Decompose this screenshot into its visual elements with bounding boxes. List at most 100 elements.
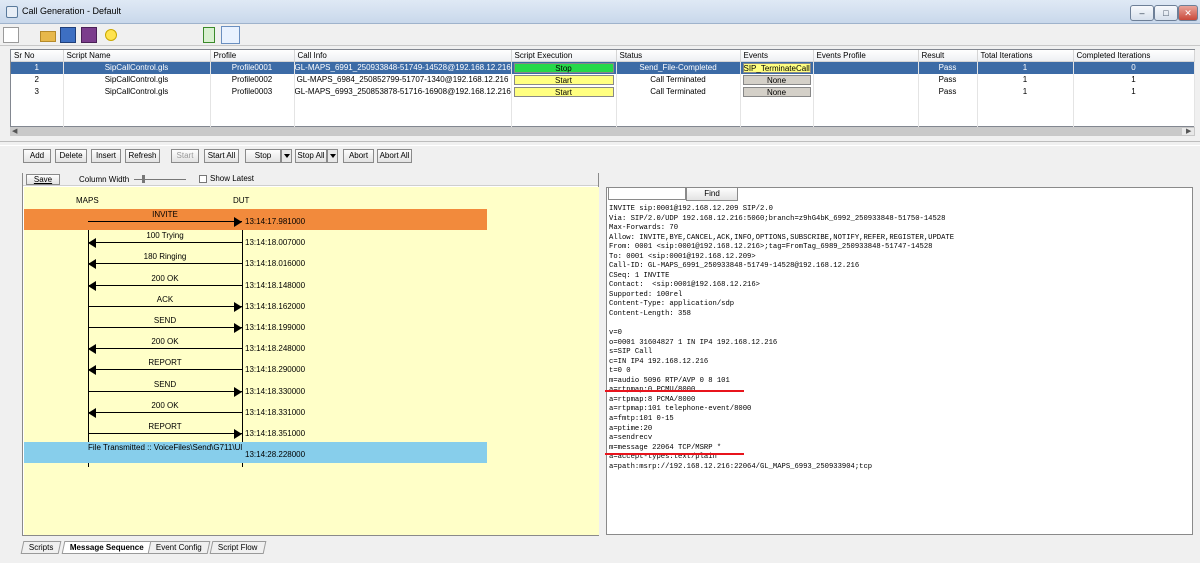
table-cell-result: Pass bbox=[918, 61, 978, 74]
add-button[interactable]: Add bbox=[23, 149, 51, 163]
message-timestamp: 13:14:18.007000 bbox=[245, 238, 306, 248]
abort-all-button[interactable]: Abort All bbox=[377, 149, 412, 163]
abort-button[interactable]: Abort bbox=[343, 149, 374, 163]
scroll-left-icon[interactable]: ◀ bbox=[12, 127, 17, 135]
column-header[interactable]: Profile bbox=[210, 50, 295, 62]
table-cell-events[interactable]: None bbox=[740, 73, 814, 86]
stop-all-button[interactable]: Stop All bbox=[295, 149, 327, 163]
table-cell-events[interactable]: SIP_TerminateCall bbox=[740, 61, 814, 74]
maximize-button[interactable]: □ bbox=[1154, 5, 1178, 21]
scrollbar-thumb[interactable] bbox=[10, 128, 1182, 135]
sequence-message[interactable]: 200 OK 13:14:18.148000 bbox=[24, 273, 487, 294]
sequence-message[interactable]: 200 OK 13:14:18.248000 bbox=[24, 336, 487, 357]
tab-scripts[interactable]: Scripts bbox=[20, 541, 62, 554]
table-cell-profile: Profile0003 bbox=[210, 85, 295, 98]
events-button[interactable]: None bbox=[742, 74, 811, 85]
table-cell-exec[interactable]: Stop bbox=[511, 61, 617, 74]
sequence-message[interactable]: INVITE 13:14:17.981000 bbox=[24, 209, 487, 231]
sequence-message[interactable]: SEND 13:14:18.330000 bbox=[24, 379, 487, 400]
close-button[interactable]: ✕ bbox=[1178, 5, 1198, 21]
stop-all-dropdown-icon[interactable] bbox=[327, 149, 338, 163]
save-sequence-button[interactable]: Save bbox=[26, 174, 60, 185]
scroll-right-icon[interactable]: ▶ bbox=[1186, 127, 1191, 135]
save-icon[interactable] bbox=[60, 27, 76, 43]
column-header[interactable]: Completed Iterations bbox=[1073, 50, 1195, 62]
save-as-icon[interactable] bbox=[81, 27, 97, 43]
delete-button[interactable]: Delete bbox=[55, 149, 87, 163]
column-header[interactable]: Events bbox=[740, 50, 814, 62]
table-cell-events[interactable]: None bbox=[740, 85, 814, 98]
stop-dropdown-icon[interactable] bbox=[281, 149, 292, 163]
table-cell bbox=[511, 109, 617, 122]
table-row[interactable]: 2 SipCallControl.gls Profile0002 GL-MAPS_69… bbox=[11, 73, 1195, 86]
arrow-head-icon bbox=[88, 365, 96, 376]
network-icon[interactable] bbox=[221, 26, 240, 44]
sequence-message[interactable]: REPORT 13:14:18.351000 bbox=[24, 421, 487, 442]
column-header[interactable]: Sr No bbox=[11, 50, 64, 62]
stop-button[interactable]: Stop bbox=[245, 149, 281, 163]
sip-message-text[interactable]: INVITE sip:0001@192.168.12.209 SIP/2.0 Vi… bbox=[609, 205, 954, 472]
show-latest-checkbox[interactable] bbox=[199, 175, 207, 183]
toolbar bbox=[0, 24, 1200, 46]
window-title: Call Generation - Default bbox=[22, 6, 122, 16]
sequence-message[interactable]: 180 Ringing 13:14:18.016000 bbox=[24, 251, 487, 272]
sip-line: Max-Forwards: 70 bbox=[609, 224, 679, 233]
column-header[interactable]: Script Name bbox=[63, 50, 211, 62]
message-arrow bbox=[88, 284, 242, 286]
table-cell-result: Pass bbox=[918, 73, 978, 86]
sequence-message[interactable]: 100 Trying 13:14:18.007000 bbox=[24, 230, 487, 251]
column-header[interactable]: Call Info bbox=[294, 50, 512, 62]
new-file-icon[interactable] bbox=[3, 27, 19, 43]
find-button[interactable]: Find bbox=[686, 187, 738, 201]
insert-button[interactable]: Insert bbox=[91, 149, 121, 163]
table-cell-exec[interactable]: Start bbox=[511, 73, 617, 86]
message-label: 200 OK bbox=[151, 273, 179, 283]
column-header[interactable]: Events Profile bbox=[813, 50, 919, 62]
arrow-head-icon bbox=[88, 238, 96, 249]
sequence-message[interactable]: REPORT 13:14:18.290000 bbox=[24, 357, 487, 378]
find-input[interactable] bbox=[608, 187, 686, 200]
events-button[interactable]: None bbox=[742, 86, 811, 97]
message-label: SEND bbox=[153, 316, 177, 325]
table-cell-script: SipCallControl.gls bbox=[63, 61, 211, 74]
sequence-message[interactable]: SEND 13:14:18.199000 bbox=[24, 315, 487, 336]
table-cell-callinfo: GL-MAPS_6993_250853878-51716-16908@192.1… bbox=[294, 85, 512, 98]
column-header[interactable]: Result bbox=[918, 50, 978, 62]
sequence-message[interactable]: File Transmitted :: VoiceFiles\Send\G711… bbox=[24, 442, 487, 464]
table-row[interactable]: 1 SipCallControl.gls Profile0001 GL-MAPS_69… bbox=[11, 61, 1195, 74]
lightbulb-icon[interactable] bbox=[105, 29, 117, 41]
table-cell bbox=[1073, 109, 1195, 122]
column-header[interactable]: Script Execution bbox=[511, 50, 617, 62]
message-arrow bbox=[88, 348, 242, 350]
column-header[interactable]: Status bbox=[616, 50, 741, 62]
tab-script-flow[interactable]: Script Flow bbox=[209, 541, 266, 554]
open-folder-icon[interactable] bbox=[40, 31, 56, 42]
table-row[interactable]: 3 SipCallControl.gls Profile0003 GL-MAPS_69… bbox=[11, 85, 1195, 98]
script-execution-button[interactable]: Start bbox=[513, 74, 614, 85]
refresh-button[interactable]: Refresh bbox=[125, 149, 160, 163]
minimize-button[interactable]: – bbox=[1130, 5, 1154, 21]
script-execution-button[interactable]: Start bbox=[513, 86, 614, 97]
script-execution-button[interactable]: Stop bbox=[513, 62, 614, 73]
table-cell-profile: Profile0001 bbox=[210, 61, 295, 74]
splitter[interactable] bbox=[0, 141, 1200, 146]
start-button[interactable]: Start bbox=[171, 149, 199, 163]
sequence-message[interactable]: 200 OK 13:14:18.331000 bbox=[24, 400, 487, 421]
traffic-light-icon[interactable] bbox=[203, 27, 215, 43]
tab-event-config[interactable]: Event Config bbox=[147, 541, 211, 554]
column-header[interactable]: Total Iterations bbox=[977, 50, 1074, 62]
message-label: File Transmitted :: VoiceFiles\Send\G711… bbox=[88, 443, 243, 453]
sip-line: Call-ID: GL-MAPS_6991_250933848-51749-14… bbox=[609, 262, 860, 271]
message-label: REPORT bbox=[148, 422, 182, 431]
events-button[interactable]: SIP_TerminateCall bbox=[742, 62, 811, 73]
table-cell-exec[interactable]: Start bbox=[511, 85, 617, 98]
message-arrow bbox=[88, 411, 242, 413]
message-arrow bbox=[88, 327, 242, 328]
message-label: REPORT bbox=[148, 358, 182, 368]
tab-message-sequence[interactable]: Message Sequence bbox=[61, 541, 153, 554]
start-all-button[interactable]: Start All bbox=[204, 149, 239, 163]
column-width-slider-thumb[interactable] bbox=[142, 175, 145, 183]
sequence-message[interactable]: ACK 13:14:18.162000 bbox=[24, 294, 487, 315]
sip-line: a=fmtp:101 0-15 bbox=[609, 415, 674, 424]
sequence-diagram: MAPS DUT INVITE 13:14:17.981000 100 Trying… bbox=[24, 187, 599, 535]
